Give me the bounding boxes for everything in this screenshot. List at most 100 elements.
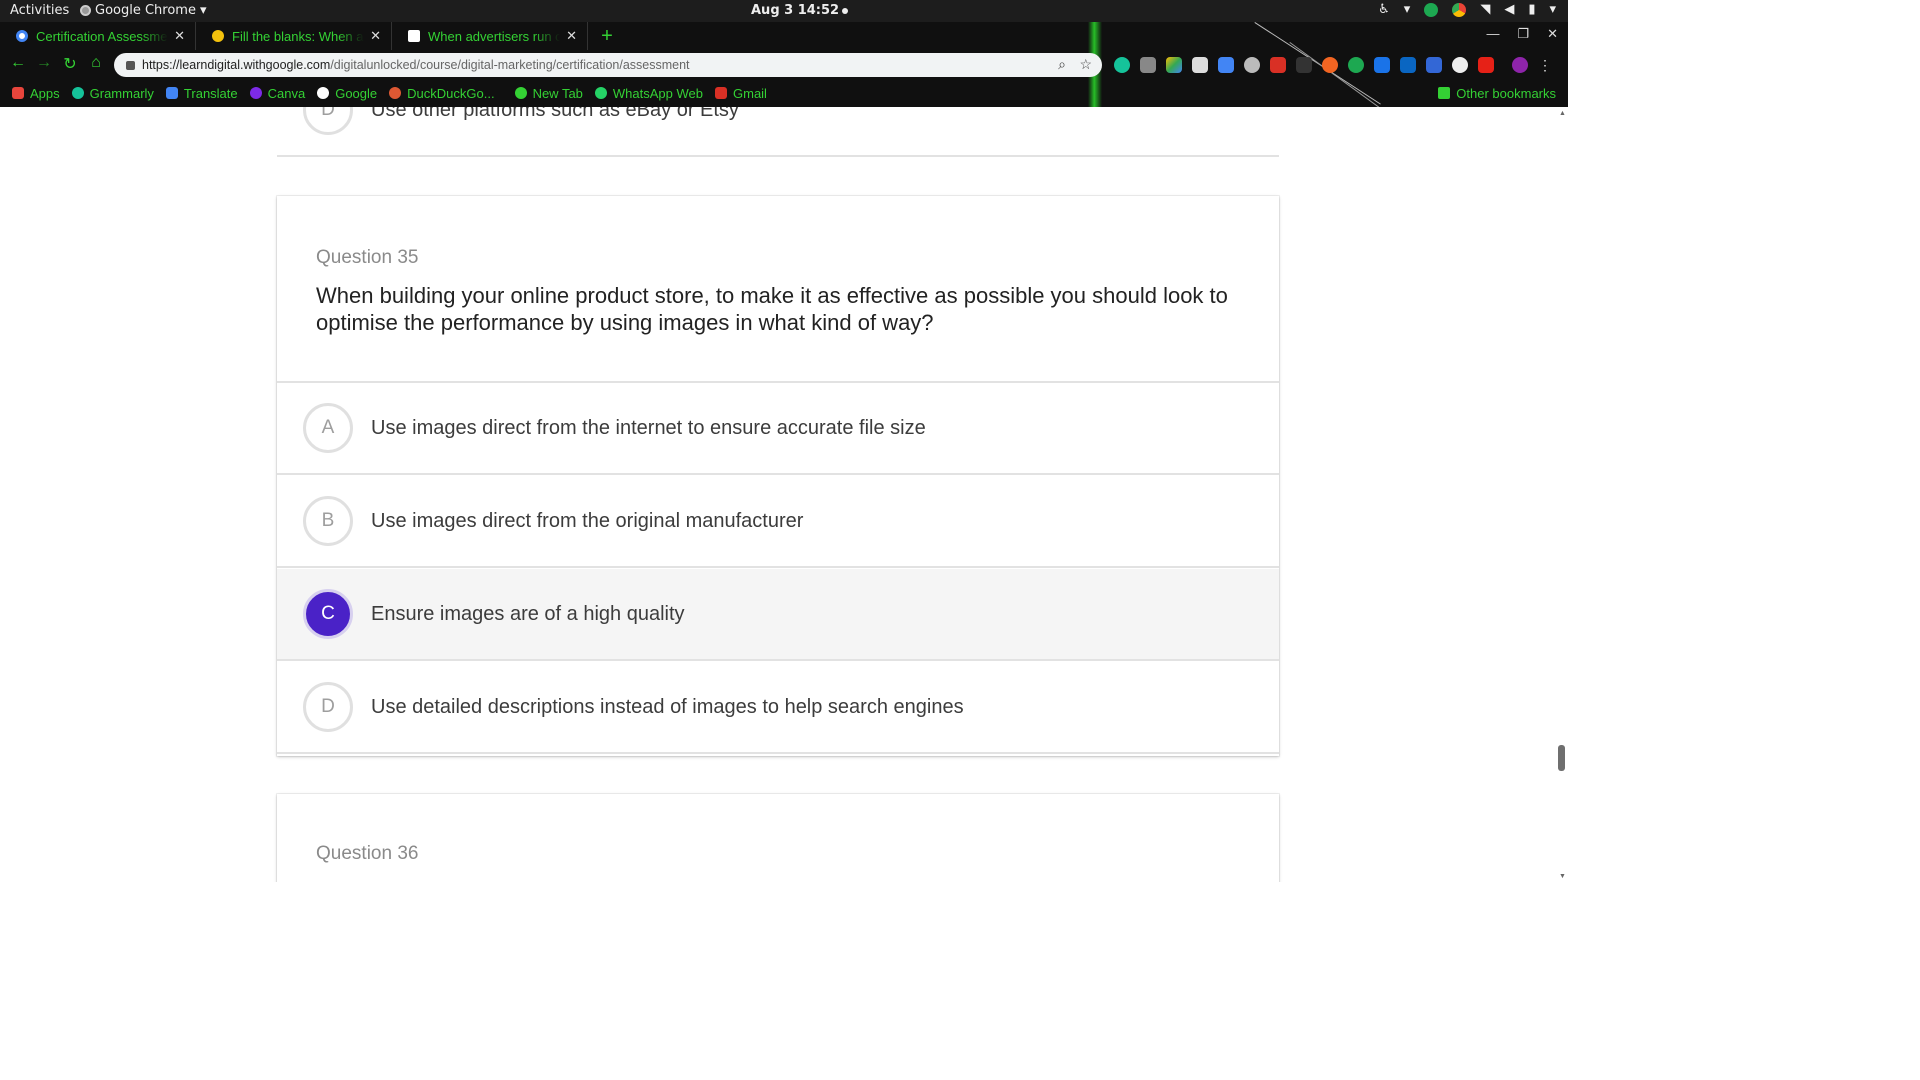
url-host: https://learndigital.withgoogle.com (142, 58, 331, 72)
option-letter-badge: D (303, 682, 353, 732)
tab-strip: Certification Assessment ✕ Fill the blan… (0, 22, 622, 50)
chrome-tray-icon[interactable] (1452, 2, 1467, 17)
profile-avatar[interactable] (1512, 57, 1528, 73)
tab-certification-assessment[interactable]: Certification Assessment ✕ (0, 22, 196, 50)
restore-icon[interactable]: ❐ (1517, 26, 1529, 42)
menu-dots-icon[interactable]: ⋮ (1538, 57, 1552, 74)
extension-icon[interactable] (1140, 57, 1156, 73)
bookmark-label: Grammarly (89, 85, 154, 101)
browser-toolbar: ← → ↻ ⌂ https://learndigital.withgoogle.… (0, 51, 1568, 79)
option-letter-badge: A (303, 403, 353, 453)
answer-option-a[interactable]: A Use images direct from the internet to… (277, 383, 1279, 475)
answer-option-b[interactable]: B Use images direct from the original ma… (277, 476, 1279, 568)
bookmark-label: Apps (30, 85, 60, 101)
bookmark-grammarly[interactable]: Grammarly (71, 85, 154, 101)
lock-icon[interactable] (126, 60, 135, 70)
bookmark-canva[interactable]: Canva (249, 85, 306, 101)
option-text: Use other platforms such as eBay or Etsy (371, 107, 739, 121)
bookmark-star-icon[interactable]: ☆ (1079, 56, 1092, 73)
minimize-icon[interactable]: — (1486, 26, 1499, 42)
back-arrow-icon[interactable]: ← (8, 54, 28, 72)
answer-option-prev-d[interactable]: D Use other platforms such as eBay or Et… (277, 107, 1279, 157)
gmail-icon (715, 87, 727, 99)
google-icon (317, 87, 330, 99)
system-tray[interactable]: ♿ ▾ ◥ ◀ ▮ ▾ (1378, 2, 1556, 17)
option-letter-badge-selected: C (303, 589, 353, 639)
bookmark-label: DuckDuckGo... (407, 85, 495, 101)
question-number: Question 35 (316, 247, 419, 268)
caret-down-icon: ▾ (199, 3, 207, 18)
tab-fill-the-blanks[interactable]: Fill the blanks: When advertisers ✕ (196, 22, 392, 50)
extension-icon[interactable] (1296, 57, 1312, 73)
url-path: /digitalunlocked/course/digital-marketin… (330, 58, 690, 72)
page-scrollbar[interactable]: ▲ ▼ (1556, 107, 1568, 882)
bookmark-label: Canva (267, 85, 306, 101)
caret-down-icon: ▾ (1549, 2, 1556, 17)
zoom-icon[interactable]: ⌕ (1058, 56, 1066, 73)
question-card (277, 794, 1279, 882)
forward-arrow-icon[interactable]: → (34, 54, 54, 72)
option-text: Use images direct from the original manu… (371, 509, 804, 532)
home-icon[interactable]: ⌂ (86, 54, 106, 72)
caret-down-icon: ▾ (1403, 2, 1411, 17)
bookmarks-bar: Apps Grammarly Translate Canva Google Du… (0, 81, 1568, 105)
battery-icon: ▮ (1528, 2, 1536, 17)
hangouts-extension-icon[interactable] (1348, 57, 1364, 73)
tab-title: Certification Assessment (36, 28, 169, 44)
bookmark-new-tab[interactable]: New Tab (514, 85, 583, 101)
extension-icon[interactable] (1322, 57, 1338, 73)
youtube-extension-icon[interactable] (1478, 57, 1494, 73)
close-tab-icon[interactable]: ✕ (370, 28, 381, 44)
close-tab-icon[interactable]: ✕ (174, 28, 185, 44)
extension-icon[interactable] (1452, 57, 1468, 73)
bookmark-gmail[interactable]: Gmail (715, 86, 767, 101)
new-tab-button[interactable]: + (592, 22, 622, 50)
whatsapp-icon (594, 87, 607, 99)
tab-when-advertisers[interactable]: When advertisers run online ✕ (392, 22, 588, 50)
gmail-extension-icon[interactable] (1270, 57, 1286, 73)
extension-icon[interactable] (1374, 57, 1390, 73)
bookmark-label: Translate (183, 85, 238, 101)
bookmark-duckduckgo[interactable]: DuckDuckGo... (389, 85, 495, 101)
question-number: Question 36 (316, 843, 419, 864)
accessibility-icon[interactable]: ♿ (1378, 2, 1390, 17)
chrome-app-icon (80, 5, 91, 16)
other-bookmarks[interactable]: Other bookmarks (1438, 86, 1556, 101)
question-text: When building your online product store,… (316, 283, 1228, 335)
answer-option-d[interactable]: D Use detailed descriptions instead of i… (277, 662, 1279, 754)
extension-icon[interactable] (1244, 57, 1260, 73)
reload-icon[interactable]: ↻ (60, 54, 80, 74)
bookmark-translate[interactable]: Translate (165, 85, 238, 101)
grammarly-extension-icon[interactable] (1114, 57, 1130, 73)
google-favicon-icon (16, 30, 28, 42)
bookmark-label: Google (335, 85, 378, 101)
drive-extension-icon[interactable] (1166, 57, 1182, 73)
clock[interactable]: Aug 3 14:52 (751, 3, 849, 18)
calendar-extension-icon[interactable] (1218, 57, 1234, 73)
extension-icon[interactable] (1192, 57, 1208, 73)
option-text: Use images direct from the internet to e… (371, 416, 926, 439)
option-text: Use detailed descriptions instead of ima… (371, 695, 964, 718)
browser-frame: Certification Assessment ✕ Fill the blan… (0, 22, 1568, 107)
bookmark-apps[interactable]: Apps (12, 86, 60, 101)
app-menu[interactable]: Google Chrome ▾ (80, 3, 207, 18)
bing-favicon-icon (408, 30, 420, 42)
scrollbar-thumb[interactable] (1558, 745, 1565, 771)
extension-icon[interactable] (1426, 57, 1442, 73)
bookmark-whatsapp[interactable]: WhatsApp Web (594, 85, 703, 101)
bookmark-google[interactable]: Google (317, 86, 377, 101)
quiz-favicon-icon (212, 30, 224, 42)
system-top-bar: Activities Google Chrome ▾ Aug 3 14:52 ♿… (0, 0, 1568, 22)
linkedin-extension-icon[interactable] (1400, 57, 1416, 73)
close-tab-icon[interactable]: ✕ (566, 28, 577, 44)
answer-option-c[interactable]: C Ensure images are of a high quality (277, 569, 1279, 661)
activities-button[interactable]: Activities (10, 3, 69, 18)
bookmark-label: WhatsApp Web (612, 85, 703, 101)
address-bar[interactable]: https://learndigital.withgoogle.com/digi… (114, 53, 1102, 77)
scroll-down-icon[interactable]: ▼ (1559, 873, 1566, 880)
hangouts-tray-icon[interactable] (1424, 2, 1439, 17)
close-window-icon[interactable]: ✕ (1547, 26, 1558, 42)
scroll-up-icon[interactable]: ▲ (1559, 110, 1566, 117)
bookmark-label: New Tab (532, 85, 583, 101)
volume-icon: ◀ (1504, 2, 1515, 17)
